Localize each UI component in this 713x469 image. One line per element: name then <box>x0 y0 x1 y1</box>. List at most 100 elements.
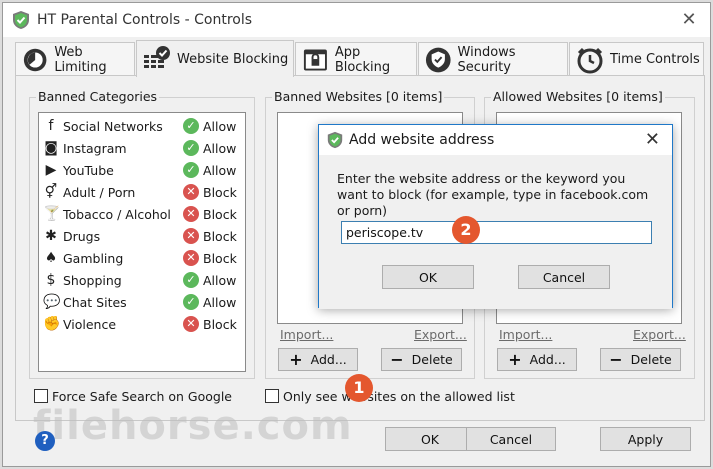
website-address-input[interactable] <box>341 221 652 244</box>
button-label: Delete <box>630 352 672 367</box>
category-name: Social Networks <box>63 119 163 134</box>
group-label: Allowed Websites [0 items] <box>491 89 665 104</box>
add-allowed-button[interactable]: + Add... <box>497 348 577 371</box>
tab-label: App Blocking <box>334 44 391 75</box>
step-marker-1: 1 <box>345 374 373 402</box>
category-status[interactable]: Allow <box>203 119 236 134</box>
safe-search-checkbox[interactable] <box>34 389 48 403</box>
category-row[interactable]: f Social Networks ✓ Allow <box>43 116 243 138</box>
cancel-button[interactable]: Cancel <box>466 427 556 451</box>
export-link[interactable]: Export... <box>414 327 467 342</box>
plus-icon: + <box>289 350 303 369</box>
allow-check-icon[interactable]: ✓ <box>183 118 199 134</box>
apply-button[interactable]: Apply <box>600 427 691 451</box>
tab-label: Windows Security <box>457 44 516 75</box>
category-row[interactable]: $ Shopping ✓ Allow <box>43 270 243 292</box>
banned-categories-group: Banned Categories f Social Networks ✓ Allow… <box>29 89 255 379</box>
title-bar: HT Parental Controls - Controls ✕ <box>3 3 710 37</box>
category-status[interactable]: Allow <box>203 163 236 178</box>
category-name: Adult / Porn <box>63 185 136 200</box>
dialog-description: Enter the website address or the keyword… <box>337 171 649 218</box>
only-allowed-label: Only see websites on the allowed list <box>283 389 515 404</box>
block-x-icon[interactable]: ✕ <box>183 184 199 200</box>
group-label: Banned Websites [0 items] <box>272 89 445 104</box>
import-link[interactable]: Import... <box>280 327 333 342</box>
category-status[interactable]: Allow <box>203 295 236 310</box>
watermark: filehorse.com <box>33 403 353 449</box>
category-status[interactable]: Block <box>203 251 237 266</box>
ok-button[interactable]: OK <box>385 427 475 451</box>
category-row[interactable]: 🍸 Tobacco / Alcohol ✕ Block <box>43 204 243 226</box>
allow-check-icon[interactable]: ✓ <box>183 162 199 178</box>
dialog-body: Enter the website address or the keyword… <box>319 155 672 309</box>
category-status[interactable]: Block <box>203 207 237 222</box>
add-banned-button[interactable]: + Add... <box>278 348 358 371</box>
category-name: Shopping <box>63 273 122 288</box>
tab-website-blocking[interactable]: Website Blocking <box>136 40 294 77</box>
tab-web-limiting[interactable]: Web Limiting <box>15 42 135 76</box>
tab-time-controls[interactable]: Time Controls <box>569 42 704 76</box>
category-row[interactable]: ♠ Gambling ✕ Block <box>43 248 243 270</box>
web-limiting-icon <box>23 48 47 71</box>
category-name: Drugs <box>63 229 101 244</box>
close-icon[interactable]: ✕ <box>678 9 700 31</box>
category-icon: $ <box>46 272 56 288</box>
dialog-ok-button[interactable]: OK <box>382 265 474 289</box>
category-icon: ◙ <box>44 140 58 156</box>
category-row[interactable]: ✱ Drugs ✕ Block <box>43 226 243 248</box>
block-x-icon[interactable]: ✕ <box>183 316 199 332</box>
category-row[interactable]: ✊ Violence ✕ Block <box>43 314 243 336</box>
category-row[interactable]: ▶ YouTube ✓ Allow <box>43 160 243 182</box>
tab-label: Web Limiting <box>54 44 107 75</box>
tab-label: Time Controls <box>610 52 700 67</box>
block-x-icon[interactable]: ✕ <box>183 228 199 244</box>
category-status[interactable]: Block <box>203 317 237 332</box>
tab-label: Website Blocking <box>177 51 289 67</box>
time-controls-icon <box>577 47 603 73</box>
categories-list[interactable]: f Social Networks ✓ Allow ◙ Instagram ✓ Allow ▶ Y… <box>38 112 246 372</box>
dialog-cancel-button[interactable]: Cancel <box>518 265 610 289</box>
safe-search-label: Force Safe Search on Google <box>52 389 232 404</box>
category-name: Chat Sites <box>63 295 127 310</box>
category-name: Tobacco / Alcohol <box>63 207 171 222</box>
category-row[interactable]: ⚥ Adult / Porn ✕ Block <box>43 182 243 204</box>
category-status[interactable]: Allow <box>203 273 236 288</box>
category-row[interactable]: 💬 Chat Sites ✓ Allow <box>43 292 243 314</box>
tab-windows-security[interactable]: Windows Security <box>418 42 568 76</box>
only-allowed-checkbox[interactable] <box>265 389 279 403</box>
windows-security-icon <box>425 47 451 72</box>
block-x-icon[interactable]: ✕ <box>183 206 199 222</box>
shield-check-icon <box>327 131 343 149</box>
category-name: Violence <box>63 317 117 332</box>
app-blocking-icon <box>303 48 327 71</box>
button-label: Add... <box>529 352 566 367</box>
export-link[interactable]: Export... <box>633 327 686 342</box>
delete-allowed-button[interactable]: − Delete <box>600 348 681 371</box>
category-icon: ⚥ <box>44 184 58 200</box>
tab-app-blocking[interactable]: App Blocking <box>295 42 417 76</box>
category-status[interactable]: Block <box>203 229 237 244</box>
category-status[interactable]: Allow <box>203 141 236 156</box>
add-website-dialog: Add website address ✕ Enter the website … <box>318 124 673 309</box>
minus-icon: − <box>390 350 404 369</box>
tab-bar: Web Limiting Website Blocking App Blocki… <box>15 40 705 77</box>
help-icon[interactable]: ? <box>35 431 55 451</box>
group-label: Banned Categories <box>36 89 160 104</box>
button-label: Delete <box>411 352 453 367</box>
block-x-icon[interactable]: ✕ <box>183 250 199 266</box>
allow-check-icon[interactable]: ✓ <box>183 140 199 156</box>
category-name: Gambling <box>63 251 124 266</box>
category-icon: ✱ <box>45 228 57 244</box>
close-icon[interactable]: ✕ <box>645 129 660 150</box>
dialog-title: Add website address <box>349 132 495 148</box>
category-status[interactable]: Block <box>203 185 237 200</box>
category-row[interactable]: ◙ Instagram ✓ Allow <box>43 138 243 160</box>
step-marker-2: 2 <box>452 216 480 244</box>
allow-check-icon[interactable]: ✓ <box>183 294 199 310</box>
import-link[interactable]: Import... <box>499 327 552 342</box>
category-icon: ▶ <box>45 162 57 178</box>
delete-banned-button[interactable]: − Delete <box>381 348 462 371</box>
minus-icon: − <box>609 350 623 369</box>
website-blocking-icon <box>144 46 170 68</box>
allow-check-icon[interactable]: ✓ <box>183 272 199 288</box>
